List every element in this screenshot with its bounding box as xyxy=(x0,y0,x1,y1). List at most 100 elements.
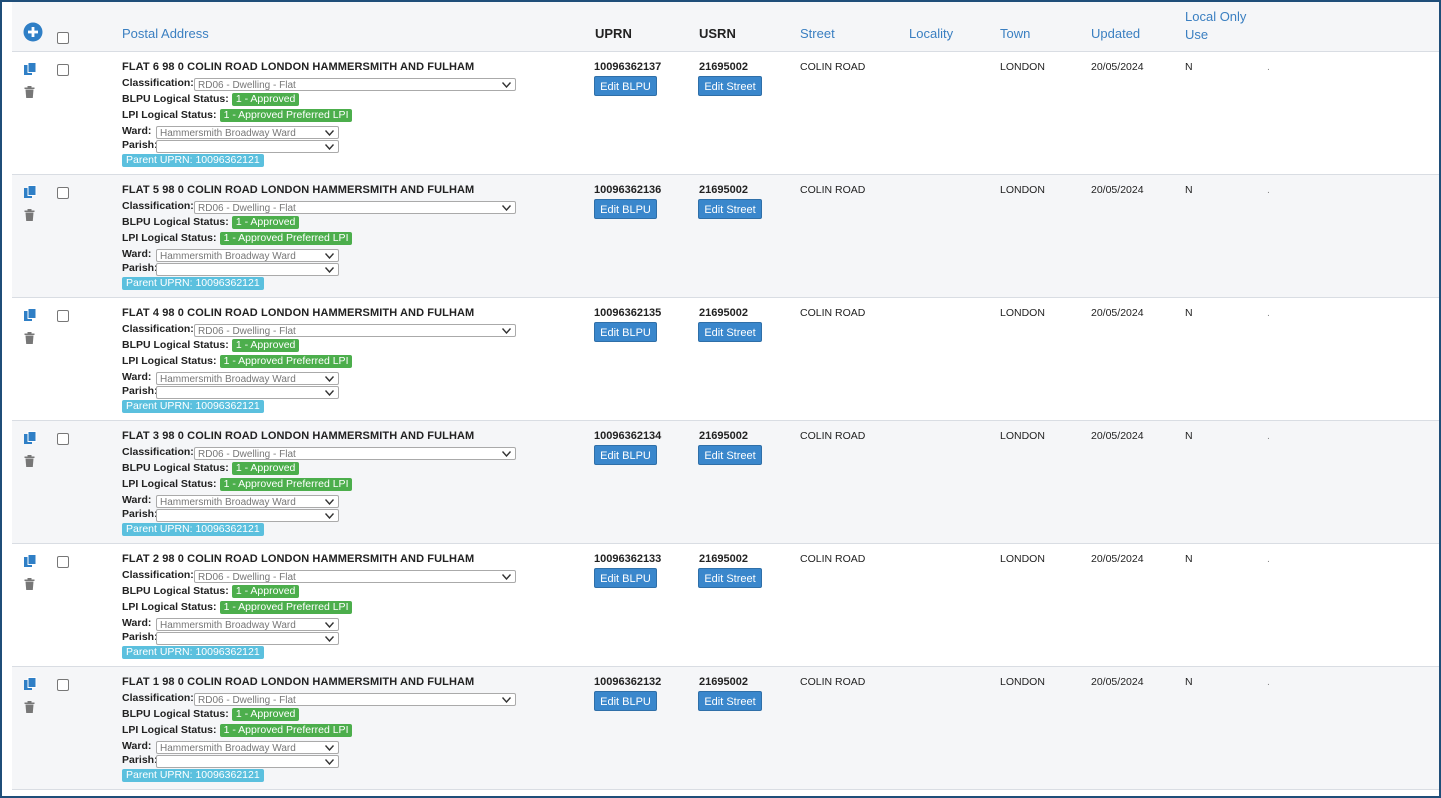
copy-icon[interactable] xyxy=(23,185,37,199)
trash-icon[interactable] xyxy=(24,701,35,713)
col-town[interactable]: Town xyxy=(1000,26,1030,41)
copy-icon[interactable] xyxy=(23,308,37,322)
edit-street-button[interactable]: Edit Street xyxy=(698,199,762,219)
edit-blpu-button[interactable]: Edit BLPU xyxy=(594,568,657,588)
parish-select[interactable] xyxy=(156,509,339,522)
edit-blpu-button[interactable]: Edit BLPU xyxy=(594,322,657,342)
ward-select[interactable]: Hammersmith Broadway Ward xyxy=(156,372,339,385)
edit-blpu-button[interactable]: Edit BLPU xyxy=(594,445,657,465)
copy-icon[interactable] xyxy=(23,554,37,568)
street-value: COLIN ROAD xyxy=(800,61,866,73)
ward-select[interactable]: Hammersmith Broadway Ward xyxy=(156,249,339,262)
parish-select[interactable] xyxy=(156,632,339,645)
classification-select[interactable]: RD06 - Dwelling - Flat xyxy=(194,201,516,214)
table-row: FLAT 5 98 0 COLIN ROAD LONDON HAMMERSMIT… xyxy=(12,175,1439,298)
table-row: FLAT 4 98 0 COLIN ROAD LONDON HAMMERSMIT… xyxy=(12,298,1439,421)
ward-label: Ward: xyxy=(122,125,152,137)
table-body: FLAT 6 98 0 COLIN ROAD LONDON HAMMERSMIT… xyxy=(12,52,1439,790)
edit-street-button[interactable]: Edit Street xyxy=(698,76,762,96)
edit-blpu-button[interactable]: Edit BLPU xyxy=(594,76,657,96)
chevron-down-icon xyxy=(325,144,334,150)
edit-street-button[interactable]: Edit Street xyxy=(698,445,762,465)
add-circle-icon[interactable] xyxy=(23,22,43,42)
edit-street-button[interactable]: Edit Street xyxy=(698,568,762,588)
parent-uprn-badge[interactable]: Parent UPRN: 10096362121 xyxy=(122,154,264,167)
classification-select[interactable]: RD06 - Dwelling - Flat xyxy=(194,324,516,337)
parish-select[interactable] xyxy=(156,386,339,399)
lpi-status-badge: 1 - Approved Preferred LPI xyxy=(219,232,353,245)
row-checkbox[interactable] xyxy=(57,556,69,568)
classification-select[interactable]: RD06 - Dwelling - Flat xyxy=(194,78,516,91)
trash-icon[interactable] xyxy=(24,578,35,590)
trash-icon[interactable] xyxy=(24,332,35,344)
trash-icon[interactable] xyxy=(24,455,35,467)
col-locality[interactable]: Locality xyxy=(909,26,953,41)
col-updated[interactable]: Updated xyxy=(1091,26,1140,41)
blpu-status-badge: 1 - Approved xyxy=(231,585,300,598)
parent-uprn-badge[interactable]: Parent UPRN: 10096362121 xyxy=(122,646,264,659)
classification-select[interactable]: RD06 - Dwelling - Flat xyxy=(194,693,516,706)
row-checkbox[interactable] xyxy=(57,679,69,691)
street-value: COLIN ROAD xyxy=(800,676,866,688)
chevron-down-icon xyxy=(325,499,334,505)
ward-select[interactable]: Hammersmith Broadway Ward xyxy=(156,495,339,508)
parish-select[interactable] xyxy=(156,263,339,276)
parish-label: Parish: xyxy=(122,754,158,766)
ward-select[interactable]: Hammersmith Broadway Ward xyxy=(156,618,339,631)
copy-icon[interactable] xyxy=(23,62,37,76)
parent-uprn-badge[interactable]: Parent UPRN: 10096362121 xyxy=(122,400,264,413)
table-row: FLAT 1 98 0 COLIN ROAD LONDON HAMMERSMIT… xyxy=(12,667,1439,790)
classification-label: Classification: xyxy=(122,569,194,581)
ward-value: Hammersmith Broadway Ward xyxy=(160,620,296,631)
address-block: FLAT 2 98 0 COLIN ROAD LONDON HAMMERSMIT… xyxy=(122,553,542,662)
col-local-only-use[interactable]: Local Only Use xyxy=(1185,8,1265,44)
classification-label: Classification: xyxy=(122,77,194,89)
parish-select[interactable] xyxy=(156,755,339,768)
parent-uprn-badge[interactable]: Parent UPRN: 10096362121 xyxy=(122,277,264,290)
parent-uprn-badge[interactable]: Parent UPRN: 10096362121 xyxy=(122,523,264,536)
lpi-status-badge: 1 - Approved Preferred LPI xyxy=(219,478,353,491)
updated-value: 20/05/2024 xyxy=(1091,676,1144,688)
classification-select[interactable]: RD06 - Dwelling - Flat xyxy=(194,570,516,583)
parish-label: Parish: xyxy=(122,631,158,643)
uprn-value: 10096362134 xyxy=(594,430,662,442)
edit-blpu-button[interactable]: Edit BLPU xyxy=(594,199,657,219)
col-postal-address[interactable]: Postal Address xyxy=(122,26,209,41)
town-value: LONDON xyxy=(1000,61,1045,73)
ward-select[interactable]: Hammersmith Broadway Ward xyxy=(156,126,339,139)
extra-value: . xyxy=(1267,184,1270,196)
classification-label: Classification: xyxy=(122,323,194,335)
edit-street-button[interactable]: Edit Street xyxy=(698,322,762,342)
parish-label: Parish: xyxy=(122,385,158,397)
classification-value: RD06 - Dwelling - Flat xyxy=(198,695,296,706)
copy-icon[interactable] xyxy=(23,677,37,691)
chevron-down-icon xyxy=(325,636,334,642)
col-usrn: USRN xyxy=(699,26,736,41)
chevron-down-icon xyxy=(325,130,334,136)
edit-street-button[interactable]: Edit Street xyxy=(698,691,762,711)
trash-icon[interactable] xyxy=(24,209,35,221)
row-checkbox[interactable] xyxy=(57,433,69,445)
classification-select[interactable]: RD06 - Dwelling - Flat xyxy=(194,447,516,460)
edit-blpu-button[interactable]: Edit BLPU xyxy=(594,691,657,711)
row-checkbox[interactable] xyxy=(57,310,69,322)
classification-label: Classification: xyxy=(122,446,194,458)
address-block: FLAT 6 98 0 COLIN ROAD LONDON HAMMERSMIT… xyxy=(122,61,542,170)
row-checkbox[interactable] xyxy=(57,64,69,76)
lpi-status-label: LPI Logical Status: xyxy=(122,601,217,613)
postal-address-text: FLAT 6 98 0 COLIN ROAD LONDON HAMMERSMIT… xyxy=(122,61,475,73)
col-street[interactable]: Street xyxy=(800,26,835,41)
lpi-status-badge: 1 - Approved Preferred LPI xyxy=(219,355,353,368)
copy-icon[interactable] xyxy=(23,431,37,445)
chevron-down-icon xyxy=(502,451,511,457)
trash-icon[interactable] xyxy=(24,86,35,98)
parish-select[interactable] xyxy=(156,140,339,153)
updated-value: 20/05/2024 xyxy=(1091,553,1144,565)
street-value: COLIN ROAD xyxy=(800,430,866,442)
row-checkbox[interactable] xyxy=(57,187,69,199)
town-value: LONDON xyxy=(1000,184,1045,196)
ward-select[interactable]: Hammersmith Broadway Ward xyxy=(156,741,339,754)
usrn-value: 21695002 xyxy=(699,61,748,73)
parent-uprn-badge[interactable]: Parent UPRN: 10096362121 xyxy=(122,769,264,782)
select-all-checkbox[interactable] xyxy=(57,32,69,44)
